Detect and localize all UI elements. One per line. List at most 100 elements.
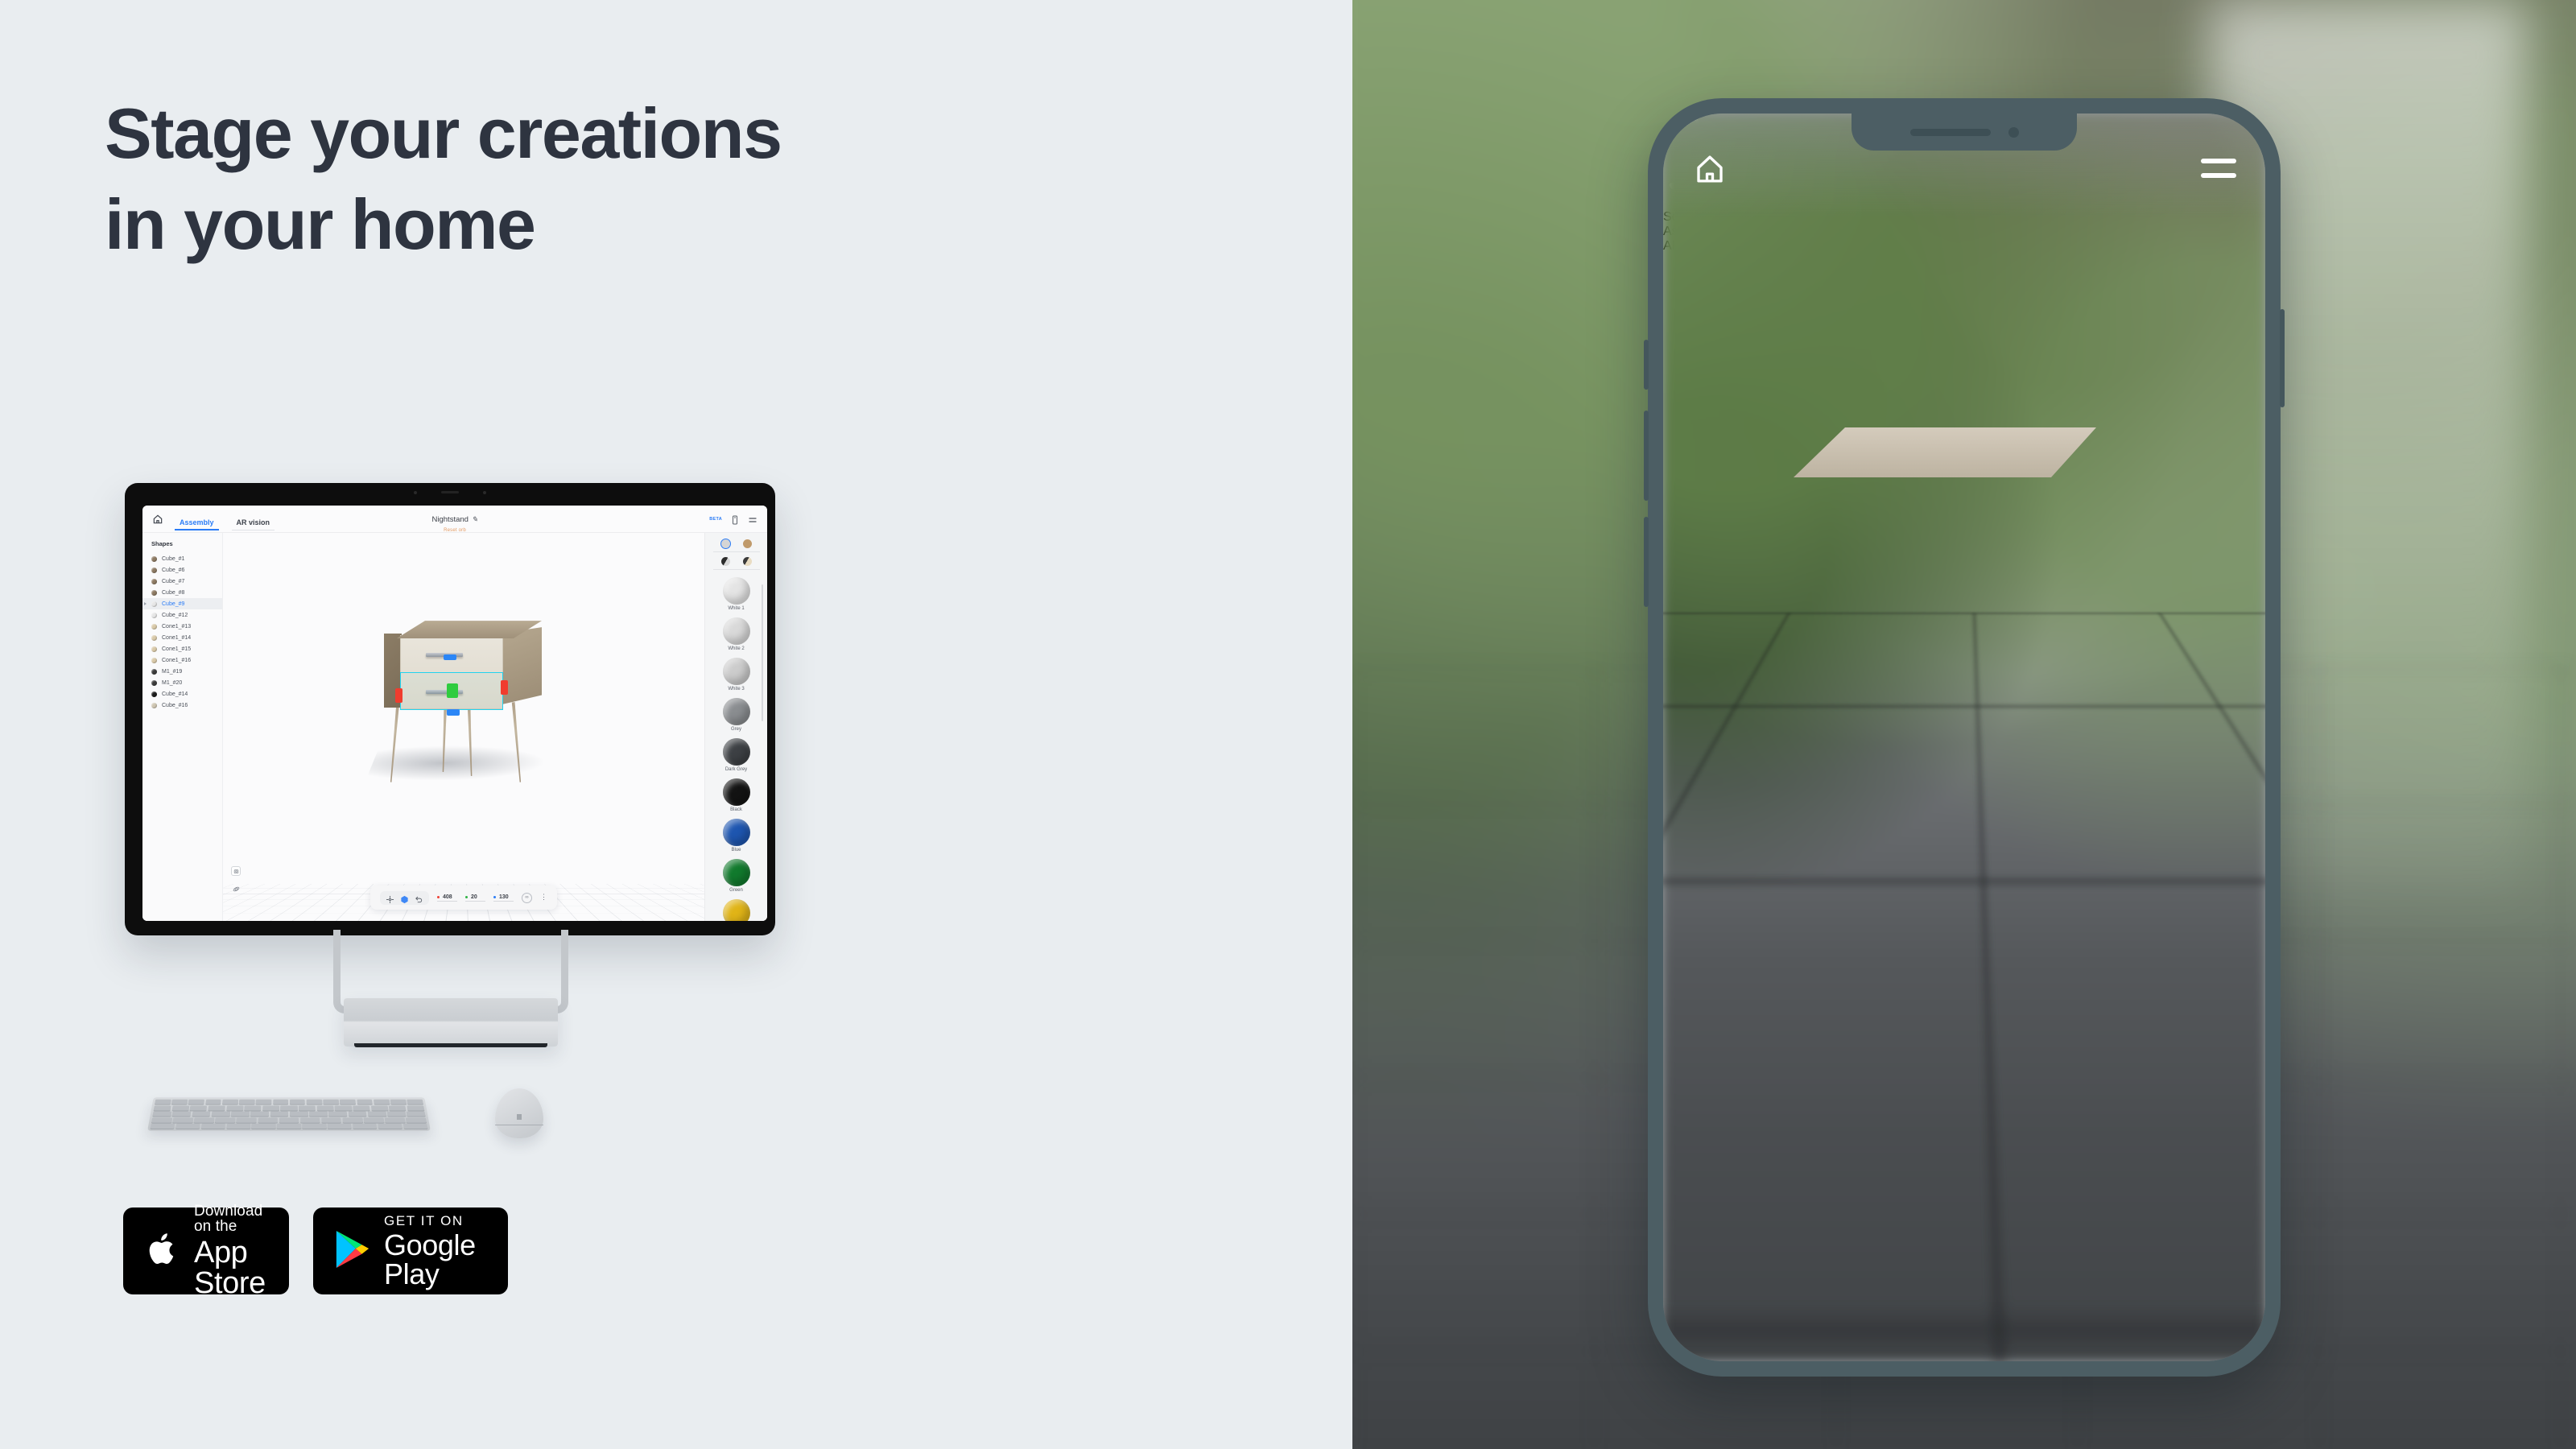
monitor-speaker-slot: [441, 491, 459, 493]
viewport-3d[interactable]: 408 20 130 ∞ ⋮: [223, 533, 704, 921]
status-badge: BETA: [709, 516, 722, 522]
keyboard-key: [251, 1123, 276, 1129]
coord-field-x[interactable]: 408: [437, 894, 457, 902]
google-play-button[interactable]: GET IT ON Google Play: [313, 1208, 508, 1294]
ar-nightstand-model[interactable]: [1768, 427, 2106, 862]
keyboard-key: [221, 1099, 238, 1104]
transform-mode-group: [380, 890, 429, 905]
screenshot-icon[interactable]: [231, 866, 241, 876]
google-play-small-label: GET IT ON: [384, 1212, 464, 1228]
gizmo-handle-z-bottom[interactable]: [447, 709, 460, 716]
monitor-sensor-dot: [414, 490, 417, 494]
more-vertical-icon[interactable]: ⋮: [540, 893, 547, 901]
keyboard-key: [230, 1111, 250, 1117]
shape-list-item[interactable]: Cone1_#14: [142, 632, 222, 643]
shape-list-item[interactable]: Cube_#7: [142, 576, 222, 587]
tab-ar-vision[interactable]: AR vision: [231, 518, 275, 530]
nightstand-3d-model[interactable]: [365, 619, 556, 788]
material-swatch-ball: [722, 738, 750, 766]
material-sphere-wood-icon[interactable]: [742, 539, 752, 548]
cube-icon[interactable]: [400, 894, 409, 903]
keyboard-key: [323, 1099, 340, 1104]
shape-list-item[interactable]: Cube_#6: [142, 564, 222, 576]
shape-list-item[interactable]: Cube_#16: [142, 700, 222, 711]
shape-label: Cone1_#15: [162, 646, 192, 652]
keyboard-key: [289, 1099, 306, 1104]
material-sphere-gloss-icon[interactable]: [742, 557, 752, 566]
phone-volume-down-button[interactable]: [1644, 517, 1649, 607]
device-icon[interactable]: [730, 514, 740, 524]
move-gizmo-icon[interactable]: [386, 894, 394, 903]
app-store-label-block: Download on the App Store: [194, 1203, 268, 1298]
shape-list-item[interactable]: Cone1_#15: [142, 643, 222, 654]
material-swatch[interactable]: Dark Grey: [722, 738, 750, 772]
shapes-panel-title: Shapes: [151, 540, 173, 547]
shape-color-dot: [151, 657, 157, 663]
google-play-icon: [334, 1229, 371, 1274]
material-swatch[interactable]: Grey: [722, 698, 750, 732]
app-tabs: Assembly AR vision: [175, 506, 275, 532]
keyboard-key: [208, 1105, 225, 1111]
phone-notch: [1852, 114, 2077, 151]
pencil-icon[interactable]: ✎: [472, 515, 478, 523]
app-store-big-label: App Store: [194, 1236, 266, 1300]
shape-color-dot: [151, 634, 157, 641]
keyboard-key: [386, 1111, 407, 1117]
phone-front-camera: [2008, 126, 2019, 138]
gizmo-handle-x-positive[interactable]: [501, 680, 508, 696]
keyboard-key: [155, 1099, 171, 1104]
shape-list-item[interactable]: Cube_#14: [142, 688, 222, 700]
material-swatch[interactable]: White 3: [722, 658, 750, 691]
shape-list-item[interactable]: Cube_#8: [142, 587, 222, 598]
keyboard-key: [152, 1111, 172, 1117]
app-body: Shapes Cube_#1 Cube_#6 Cube_#7 Cube_#8 Cube_…: [142, 533, 767, 921]
coord-field-y[interactable]: 20: [465, 894, 485, 902]
keyboard-key: [188, 1099, 205, 1104]
shape-list-item[interactable]: M1_#20: [142, 677, 222, 688]
material-sphere-metal-icon[interactable]: [720, 557, 730, 566]
shape-label: M1_#19: [162, 668, 183, 675]
monitor-screen: Assembly AR vision Nightstand ✎ Reset orb…: [142, 506, 767, 921]
material-swatch-ball: [722, 698, 750, 725]
monitor-camera-dot: [483, 490, 486, 494]
shape-list-item[interactable]: Cone1_#13: [142, 621, 222, 632]
material-swatch[interactable]: White 2: [722, 617, 750, 651]
shape-list-item[interactable]: Cube_#1: [142, 553, 222, 564]
keyboard-key: [334, 1105, 353, 1111]
hamburger-menu-icon[interactable]: [2201, 159, 2236, 178]
material-swatch-label: Black: [730, 807, 742, 812]
shape-list-item[interactable]: M1_#19: [142, 666, 222, 677]
phone-mockup: Scale Assembly AR vision: [1644, 98, 2285, 1377]
hamburger-menu-icon[interactable]: [748, 514, 758, 524]
phone-volume-up-button[interactable]: [1644, 411, 1649, 501]
material-swatch-ball: [722, 778, 750, 806]
gizmo-handle-x-negative[interactable]: [395, 688, 402, 704]
shape-color-dot: [151, 691, 157, 697]
app-store-button[interactable]: Download on the App Store: [123, 1203, 289, 1298]
home-icon[interactable]: [1692, 152, 1728, 186]
keyboard-key: [280, 1105, 298, 1111]
monitor-frame: Assembly AR vision Nightstand ✎ Reset orb…: [125, 483, 775, 935]
material-swatch[interactable]: Blue: [722, 819, 750, 852]
project-title: Nightstand: [431, 515, 469, 524]
keyboard-key: [402, 1123, 428, 1129]
orbit-icon[interactable]: [231, 884, 241, 894]
material-sphere-grey-icon[interactable]: [720, 539, 730, 548]
shape-list-item[interactable]: Cube_#12: [142, 609, 222, 621]
material-swatch[interactable]: Yellow: [722, 899, 750, 921]
tab-assembly[interactable]: Assembly: [175, 518, 219, 530]
gizmo-handle-y[interactable]: [447, 683, 458, 699]
materials-scrollbar[interactable]: [762, 584, 763, 721]
home-icon[interactable]: [152, 514, 163, 525]
left-promo-panel: Stage your creations in your home Assemb…: [0, 0, 1352, 1449]
undo-icon[interactable]: [415, 894, 423, 902]
shape-list-item[interactable]: Cube_#9: [142, 598, 222, 609]
material-swatch[interactable]: Black: [722, 778, 750, 812]
link-icon[interactable]: ∞: [522, 892, 532, 903]
shape-list-item[interactable]: Cone1_#16: [142, 654, 222, 666]
material-swatch[interactable]: Green: [722, 859, 750, 893]
material-swatch[interactable]: White 1: [722, 577, 750, 611]
shape-label: Cube_#7: [162, 578, 185, 584]
coord-field-z[interactable]: 130: [493, 894, 514, 902]
gizmo-handle-z-top[interactable]: [444, 654, 456, 661]
